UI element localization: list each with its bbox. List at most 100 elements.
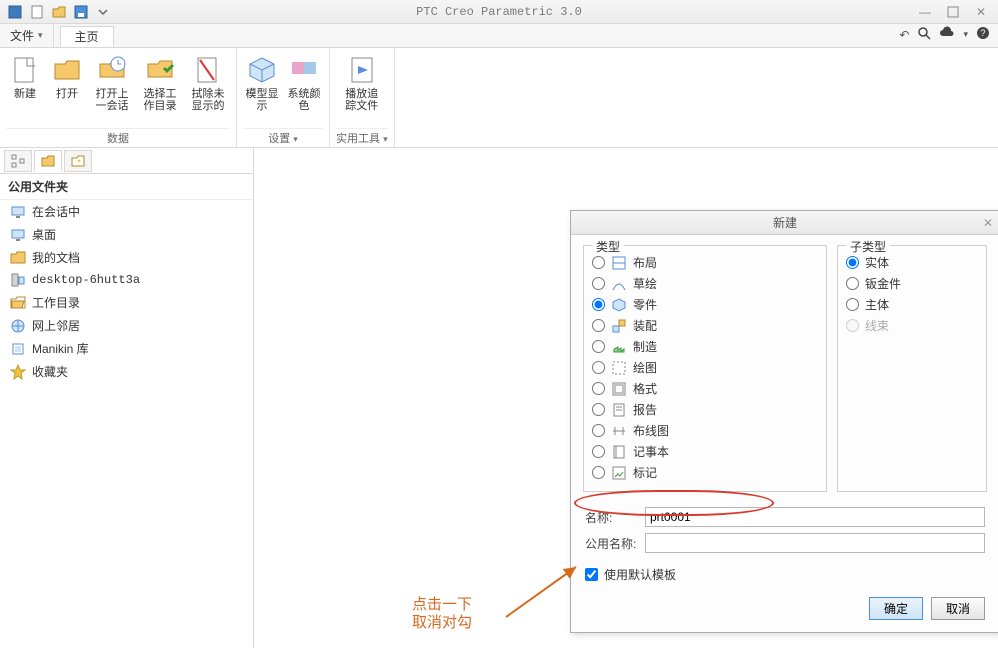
color-swatch-icon — [288, 54, 320, 86]
tab-home-label: 主页 — [75, 28, 99, 45]
sketch-icon — [611, 276, 627, 292]
common-name-input[interactable] — [645, 533, 985, 553]
sidebar-item-label: 网上邻居 — [32, 317, 80, 334]
sidebar-item-session[interactable]: 在会话中 — [0, 200, 253, 223]
qat-dropdown-icon[interactable] — [94, 3, 112, 21]
sidebar-item-label: 工作目录 — [32, 294, 80, 311]
maximize-icon[interactable] — [942, 4, 964, 20]
type-drawing[interactable]: 绘图 — [592, 357, 818, 378]
svg-text:?: ? — [980, 28, 985, 38]
sidebar-item-workdir[interactable]: 工作目录 — [0, 291, 253, 314]
subtype-sheetmetal[interactable]: 钣金件 — [846, 273, 978, 294]
sidebar-item-manikin[interactable]: Manikin 库 — [0, 337, 253, 360]
subtype-label: 钣金件 — [865, 275, 901, 292]
dialog-buttons: 确定 取消 — [571, 589, 998, 632]
titlebar: PTC Creo Parametric 3.0 — ✕ — [0, 0, 998, 24]
subtype-label: 实体 — [865, 254, 889, 271]
qat-save-icon[interactable] — [72, 3, 90, 21]
group-settings-label: 设置 ▾ — [243, 128, 323, 147]
pc-icon — [10, 272, 26, 288]
menu-right-icons: ↶ ▾ ? — [899, 26, 990, 43]
help-icon[interactable]: ? — [976, 26, 990, 43]
type-layout[interactable]: 布局 — [592, 252, 818, 273]
model-display-button[interactable]: 模型显示 — [243, 52, 281, 114]
qat-new-icon[interactable] — [28, 3, 46, 21]
type-label: 格式 — [633, 380, 657, 397]
type-label: 报告 — [633, 401, 657, 418]
sidebar-header: 公用文件夹 — [0, 174, 253, 200]
dialog-title-bar: 新建 ✕ — [571, 211, 998, 235]
type-report[interactable]: 报告 — [592, 399, 818, 420]
type-part[interactable]: 零件 — [592, 294, 818, 315]
type-assembly[interactable]: 装配 — [592, 315, 818, 336]
star-icon — [10, 364, 26, 380]
sidebar-item-computer[interactable]: desktop-6hutt3a — [0, 269, 253, 291]
type-diagram[interactable]: 布线图 — [592, 420, 818, 441]
arrow-icon[interactable]: ↶ — [899, 28, 909, 42]
sidebar-tab-tree-icon[interactable] — [4, 150, 32, 172]
select-workdir-button[interactable]: 选择工作目录 — [138, 52, 182, 114]
file-label: 文件 — [10, 27, 34, 44]
new-button[interactable]: 新建 — [6, 52, 44, 114]
type-label: 装配 — [633, 317, 657, 334]
search-icon[interactable] — [917, 26, 931, 43]
sidebar: 公用文件夹 在会话中 桌面 我的文档 desktop-6hutt3a 工作目录 … — [0, 148, 254, 648]
subtype-bulk[interactable]: 主体 — [846, 294, 978, 315]
folder-open-icon — [51, 54, 83, 86]
type-notebook[interactable]: 记事本 — [592, 441, 818, 462]
qat-open-icon[interactable] — [50, 3, 68, 21]
assembly-icon — [611, 318, 627, 334]
system-color-label: 系统颜色 — [287, 88, 321, 112]
type-manufacturing[interactable]: 制造 — [592, 336, 818, 357]
report-icon — [611, 402, 627, 418]
sidebar-item-label: 在会话中 — [32, 203, 80, 220]
ribbon: 新建 打开 打开上一会话 选择工作目录 拭除未显示的 数据 — [0, 48, 998, 148]
sidebar-item-label: 我的文档 — [32, 249, 80, 266]
file-menu[interactable]: 文件▾ — [0, 24, 54, 47]
template-checkbox-row[interactable]: 使用默认模板 — [571, 560, 998, 589]
subtype-harness: 线束 — [846, 315, 978, 336]
subtype-label: 线束 — [865, 317, 889, 334]
sidebar-tab-folder-icon[interactable] — [34, 150, 62, 172]
cloud-icon[interactable] — [939, 26, 955, 43]
sidebar-tab-star-icon[interactable] — [64, 150, 92, 172]
type-legend: 类型 — [592, 238, 624, 255]
ok-button[interactable]: 确定 — [869, 597, 923, 620]
type-format[interactable]: 格式 — [592, 378, 818, 399]
qat-app-icon[interactable] — [6, 3, 24, 21]
system-color-button[interactable]: 系统颜色 — [285, 52, 323, 114]
group-data-label: 数据 — [6, 128, 230, 147]
cancel-button[interactable]: 取消 — [931, 597, 985, 620]
annotation-text: 点击一下 取消对勾 — [412, 596, 472, 632]
quick-access-toolbar — [0, 1, 118, 23]
sidebar-item-desktop[interactable]: 桌面 — [0, 223, 253, 246]
minimize-icon[interactable]: — — [914, 4, 936, 20]
name-field-row: 名称: — [585, 504, 985, 530]
erase-label: 拭除未显示的 — [188, 88, 228, 112]
open-button[interactable]: 打开 — [48, 52, 86, 114]
workdir-label: 选择工作目录 — [140, 88, 180, 112]
sidebar-item-documents[interactable]: 我的文档 — [0, 246, 253, 269]
folder-open-icon — [10, 295, 26, 311]
layout-icon — [611, 255, 627, 271]
annotation-line2: 取消对勾 — [412, 614, 472, 632]
use-template-checkbox[interactable] — [585, 568, 598, 581]
sidebar-item-favorites[interactable]: 收藏夹 — [0, 360, 253, 383]
subtype-solid[interactable]: 实体 — [846, 252, 978, 273]
name-input[interactable] — [645, 507, 985, 527]
type-label: 布局 — [633, 254, 657, 271]
play-trace-button[interactable]: 播放追踪文件 — [340, 52, 384, 114]
tab-home[interactable]: 主页 — [60, 26, 114, 47]
type-markup[interactable]: 标记 — [592, 462, 818, 483]
type-sketch[interactable]: 草绘 — [592, 273, 818, 294]
type-label: 制造 — [633, 338, 657, 355]
sidebar-item-network[interactable]: 网上邻居 — [0, 314, 253, 337]
close-icon[interactable]: ✕ — [983, 216, 993, 230]
subtype-fieldset: 子类型 实体 钣金件 主体 线束 — [837, 245, 987, 492]
open-last-button[interactable]: 打开上一会话 — [90, 52, 134, 114]
close-icon[interactable]: ✕ — [970, 4, 992, 20]
sidebar-item-label: desktop-6hutt3a — [32, 273, 140, 287]
erase-button[interactable]: 拭除未显示的 — [186, 52, 230, 114]
dropdown-small-icon[interactable]: ▾ — [963, 29, 968, 40]
monitor-icon — [10, 227, 26, 243]
